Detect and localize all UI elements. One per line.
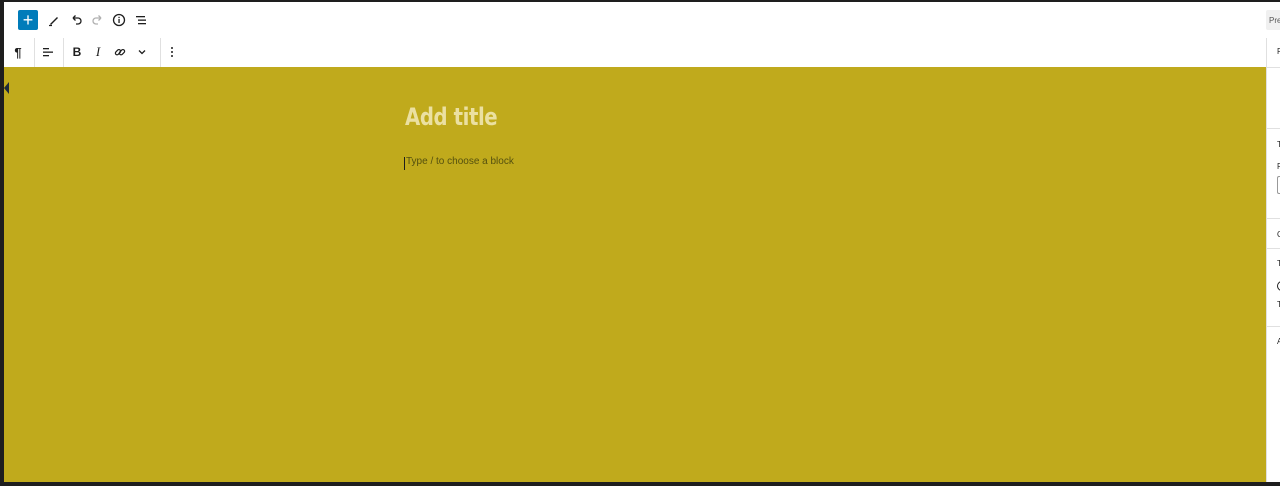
block-options-button[interactable] [161,41,183,63]
preview-label: Pre [1269,15,1280,25]
bottom-edge [0,482,1280,486]
list-view-button[interactable] [129,8,153,32]
options-group [160,38,188,67]
sidebar-divider [1267,67,1280,68]
bold-button[interactable]: B [66,41,88,63]
block-type-button[interactable]: ¶ [7,41,29,63]
list-view-icon [136,16,146,25]
collapse-sidebar-icon[interactable] [4,82,9,94]
editor-frame: + Pre ¶ B I Add title Type / to choose a… [4,2,1280,484]
sidebar-divider [1267,248,1280,249]
more-rich-text-button[interactable] [131,41,153,63]
block-toolbar: ¶ B I [4,38,1266,68]
sidebar-divider [1267,128,1280,129]
redo-icon [92,15,102,25]
format-group: B I [63,38,161,67]
align-group [34,38,64,67]
editor-header: + Pre [4,2,1280,39]
editor-canvas[interactable]: Add title Type / to choose a block [4,67,1266,484]
link-button[interactable] [109,41,131,63]
pencil-icon [49,17,58,27]
info-icon [112,13,126,27]
pilcrow-icon: ¶ [14,44,22,60]
link-icon [114,48,126,56]
sidebar-divider [1267,218,1280,219]
block-inserter-button[interactable]: + [18,10,38,30]
align-left-icon [43,48,53,57]
settings-sidebar: P T F C T T A [1266,38,1280,484]
italic-button[interactable]: I [87,41,109,63]
text-caret [404,157,405,170]
undo-icon [72,15,82,25]
preview-button[interactable]: Pre [1266,10,1280,30]
edit-mode-button[interactable] [42,8,66,32]
chevron-down-icon [138,50,146,55]
block-switcher-group: ¶ [4,38,35,67]
undo-button[interactable] [64,8,88,32]
sidebar-divider [1267,326,1280,327]
more-vertical-icon [171,47,173,57]
align-button[interactable] [37,41,59,63]
block-appender[interactable]: Type / to choose a block [406,156,514,167]
plus-icon: + [22,10,34,30]
details-button[interactable] [107,8,131,32]
post-title-input[interactable]: Add title [405,103,498,131]
